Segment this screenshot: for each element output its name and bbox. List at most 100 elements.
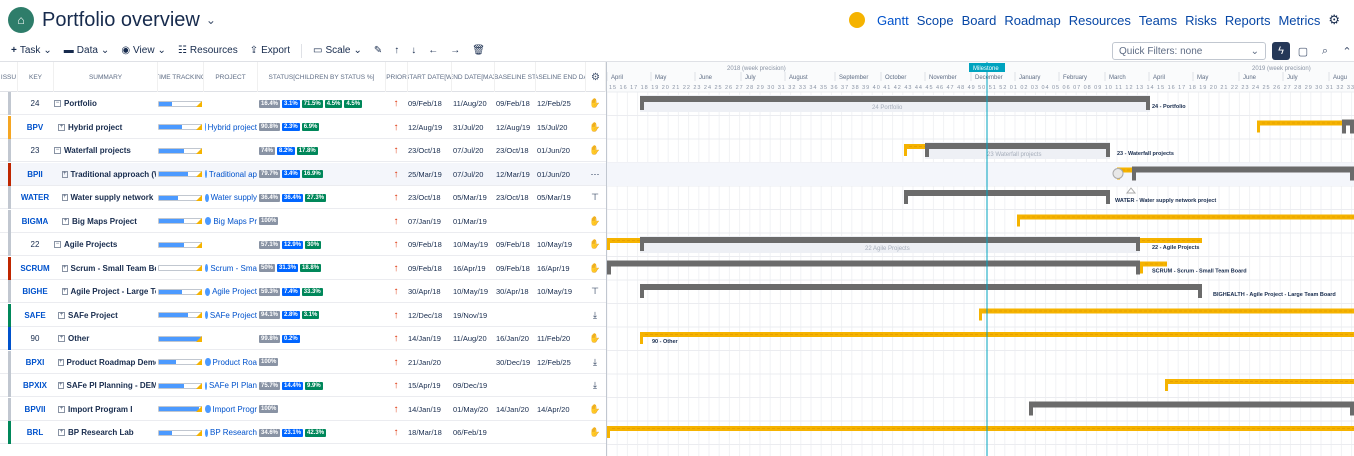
arrow-left-icon[interactable]: ← bbox=[423, 43, 443, 58]
project-cell[interactable]: SAFe PI Plan bbox=[205, 374, 257, 397]
issue-summary[interactable]: + Water supply network pr bbox=[54, 186, 156, 209]
arrow-down-icon[interactable]: ↓ bbox=[406, 43, 421, 58]
portfolio-bar[interactable] bbox=[640, 96, 1150, 102]
expand-icon[interactable]: + bbox=[58, 123, 65, 131]
arrow-right-icon[interactable]: → bbox=[445, 43, 465, 58]
col-issue[interactable]: ISSU bbox=[0, 62, 18, 92]
col-start-date[interactable]: START DATE[WI bbox=[408, 62, 452, 92]
bighealth-bar[interactable] bbox=[640, 284, 1202, 290]
col-summary[interactable]: SUMMARY bbox=[54, 62, 158, 92]
issue-summary[interactable]: + BP Research Lab bbox=[54, 421, 156, 444]
table-row[interactable]: WATER + Water supply network pr Water su… bbox=[0, 186, 606, 209]
issue-key[interactable]: SCRUM bbox=[18, 257, 52, 280]
project-cell[interactable]: Water supply bbox=[205, 186, 257, 209]
issue-key[interactable]: 90 bbox=[18, 327, 52, 350]
project-cell[interactable] bbox=[205, 233, 257, 256]
scale-menu[interactable]: ▭ Scale ⌄ bbox=[308, 43, 367, 58]
table-row[interactable]: BIGMA + Big Maps Project Big Maps Pr 100… bbox=[0, 209, 606, 233]
table-row[interactable]: BPV + Hybrid project Hybrid project 90.8… bbox=[0, 115, 606, 139]
table-row[interactable]: BIGHE + Agile Project - Large Tea Agile … bbox=[0, 280, 606, 303]
nav-metrics[interactable]: Metrics bbox=[1278, 13, 1320, 28]
table-row[interactable]: 24 − Portfolio 16.4% 3.1% 71.5% 4.5% 4.5% ↑ … bbox=[0, 92, 606, 115]
issue-summary[interactable]: + Traditional approach (Wa bbox=[54, 163, 156, 186]
issue-key[interactable]: SAFE bbox=[18, 304, 52, 327]
table-row[interactable]: SCRUM + Scrum - Small Team Boa Scrum - S… bbox=[0, 256, 606, 280]
col-baseline-start[interactable]: BASELINE ST bbox=[495, 62, 536, 92]
water-bar[interactable] bbox=[904, 190, 1110, 196]
expand-icon[interactable]: + bbox=[62, 264, 68, 272]
project-cell[interactable]: Hybrid project bbox=[205, 116, 257, 139]
project-cell[interactable] bbox=[205, 92, 257, 115]
issue-summary[interactable]: + Product Roadmap Demo bbox=[54, 351, 156, 374]
table-row[interactable]: BPII + Traditional approach (Wa Traditio… bbox=[0, 162, 606, 186]
trash-icon[interactable]: 🗑 bbox=[467, 43, 490, 58]
issue-summary[interactable]: + Other bbox=[54, 327, 156, 350]
settings-gear-icon[interactable]: ⚙ bbox=[1328, 12, 1340, 28]
hand-icon[interactable]: ✋ bbox=[588, 210, 602, 233]
issue-key[interactable]: BRL bbox=[18, 421, 52, 444]
col-priority[interactable]: PRIOR bbox=[386, 62, 408, 92]
issue-key[interactable]: 23 bbox=[18, 139, 52, 162]
issue-key[interactable]: BPXIX bbox=[18, 374, 52, 397]
issue-summary[interactable]: + Scrum - Small Team Boa bbox=[54, 257, 156, 280]
issue-summary[interactable]: + Agile Project - Large Tea bbox=[54, 280, 156, 303]
expand-icon[interactable]: + bbox=[62, 170, 68, 178]
pin-icon[interactable]: ⊤ bbox=[588, 186, 602, 209]
import-bar[interactable] bbox=[1029, 401, 1354, 408]
nav-gantt[interactable]: Gantt bbox=[877, 13, 909, 28]
project-cell[interactable]: Product Roa bbox=[205, 351, 257, 374]
more-icon[interactable]: ⋯ bbox=[588, 163, 602, 186]
down-icon[interactable]: ⤓ bbox=[588, 351, 602, 374]
col-key[interactable]: KEY bbox=[18, 62, 54, 92]
table-row[interactable]: SAFE + SAFe Project SAFe Project 94.1% 2.… bbox=[0, 303, 606, 327]
calendar-icon[interactable]: ▢ bbox=[1294, 42, 1312, 60]
expand-icon[interactable]: + bbox=[58, 311, 65, 319]
project-cell[interactable] bbox=[205, 327, 257, 350]
expand-icon[interactable]: + bbox=[58, 405, 65, 413]
quick-filters-select[interactable]: Quick Filters: none ⌄ bbox=[1112, 42, 1266, 60]
issue-summary[interactable]: + Big Maps Project bbox=[54, 210, 156, 233]
collapse-icon[interactable]: − bbox=[54, 241, 61, 248]
data-menu[interactable]: ▬ Data ⌄ bbox=[59, 43, 115, 58]
collapse-icon[interactable]: − bbox=[54, 100, 61, 107]
nav-roadmap[interactable]: Roadmap bbox=[1004, 13, 1060, 28]
issue-key[interactable]: 24 bbox=[18, 92, 52, 115]
project-cell[interactable]: Import Progr bbox=[205, 398, 257, 421]
agile-bar[interactable] bbox=[640, 237, 1140, 243]
collapse-icon[interactable]: ⌃ bbox=[1338, 42, 1354, 60]
expand-icon[interactable]: + bbox=[62, 217, 69, 225]
traditional-bar[interactable] bbox=[1132, 166, 1354, 173]
issue-key[interactable]: BIGMA bbox=[18, 210, 52, 233]
col-end-date[interactable]: END DATE[MAX bbox=[452, 62, 495, 92]
expand-icon[interactable]: + bbox=[58, 382, 64, 389]
issue-key[interactable]: WATER bbox=[18, 186, 52, 209]
search-icon[interactable]: ⌕ bbox=[1316, 42, 1334, 60]
arrow-up-icon[interactable]: ↑ bbox=[389, 43, 404, 58]
expand-icon[interactable]: + bbox=[58, 429, 65, 436]
project-cell[interactable]: Agile Project bbox=[205, 280, 257, 303]
task-menu[interactable]: + Task ⌄ bbox=[6, 43, 57, 58]
column-settings-gear-icon[interactable]: ⚙ bbox=[586, 62, 606, 92]
issue-key[interactable]: BPII bbox=[18, 163, 52, 186]
hand-icon[interactable]: ✋ bbox=[588, 421, 602, 444]
project-cell[interactable] bbox=[205, 139, 257, 162]
project-cell[interactable]: Scrum - Sma bbox=[205, 257, 257, 280]
nav-risks[interactable]: Risks bbox=[1185, 13, 1217, 28]
hand-icon[interactable]: ✋ bbox=[588, 139, 602, 162]
hand-icon[interactable]: ✋ bbox=[588, 92, 602, 115]
issue-key[interactable]: BPXI bbox=[18, 351, 52, 374]
lightning-icon[interactable]: ϟ bbox=[1272, 42, 1290, 60]
table-row[interactable]: 22 − Agile Projects 57.1% 12.9% 30% ↑ 09/F… bbox=[0, 233, 606, 256]
nav-reports[interactable]: Reports bbox=[1225, 13, 1271, 28]
nav-resources[interactable]: Resources bbox=[1069, 13, 1131, 28]
export-button[interactable]: ⇪ Export bbox=[245, 43, 295, 58]
table-row[interactable]: 23 − Waterfall projects 74% 8.2% 17.8% ↑ 2… bbox=[0, 139, 606, 162]
issue-summary[interactable]: − Waterfall projects bbox=[54, 139, 156, 162]
table-row[interactable]: BRL + BP Research Lab BP Research 34.6% 2… bbox=[0, 421, 606, 444]
issue-key[interactable]: BPV bbox=[18, 116, 52, 139]
issue-key[interactable]: 22 bbox=[18, 233, 52, 256]
issue-summary[interactable]: + Hybrid project bbox=[54, 116, 156, 139]
col-time-tracking[interactable]: TIME TRACKING bbox=[158, 62, 204, 92]
project-cell[interactable]: BP Research bbox=[205, 421, 257, 444]
table-row[interactable]: 90 + Other 99.8% 0.2% ↑ 14/Jan/19 11/Aug/… bbox=[0, 327, 606, 350]
